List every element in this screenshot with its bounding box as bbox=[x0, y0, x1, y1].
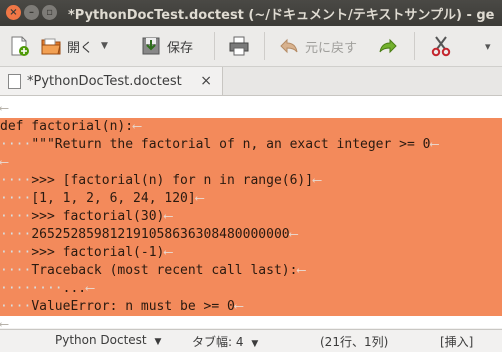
editor-line: ····"""Return the factorial of n, an exa… bbox=[0, 136, 502, 154]
whitespace-marker: ···· bbox=[0, 299, 32, 314]
line-text: """Return the factorial of n, an exact i… bbox=[31, 137, 431, 152]
line-text: 265252859812191058636308480000000 bbox=[31, 227, 290, 242]
language-label: Python Doctest bbox=[55, 333, 147, 347]
scissors-icon bbox=[431, 36, 451, 57]
line-text: >>> [factorial(n) for n in range(6)] bbox=[31, 173, 314, 188]
newline-marker-icon: ⟵ bbox=[164, 209, 173, 224]
newline-marker-icon: ⟵ bbox=[0, 155, 8, 170]
insert-mode[interactable]: [挿入] bbox=[440, 333, 473, 350]
save-button[interactable]: 保存 bbox=[140, 33, 193, 59]
toolbar-separator bbox=[214, 32, 215, 60]
tab-width-dropdown-icon: ▼ bbox=[251, 339, 259, 349]
text-editor[interactable]: ⟵ def factorial(n):⟵ ····"""Return the fac… bbox=[0, 96, 502, 328]
tab-close-icon[interactable]: × bbox=[200, 73, 212, 89]
line-text: def factorial(n): bbox=[0, 119, 134, 134]
newline-marker-icon: ⟵ bbox=[430, 137, 439, 152]
document-icon bbox=[8, 73, 21, 89]
line-text: Traceback (most recent call last): bbox=[31, 263, 298, 278]
whitespace-marker: ···· bbox=[0, 227, 32, 242]
editor-line: ····ValueError: n must be >= 0⟵ bbox=[0, 298, 502, 316]
save-label: 保存 bbox=[167, 40, 194, 56]
line-text: >>> factorial(-1) bbox=[31, 245, 165, 260]
editor-line: ····>>> factorial(30)⟵ bbox=[0, 208, 502, 226]
newline-marker-icon: ⟵ bbox=[0, 317, 8, 328]
window-minimize-button[interactable]: – bbox=[24, 5, 39, 20]
newline-marker-icon: ⟵ bbox=[313, 173, 321, 188]
line-text: ValueError: n must be >= 0 bbox=[31, 299, 235, 314]
whitespace-marker: ···· bbox=[0, 263, 32, 278]
editor-line: def factorial(n):⟵ bbox=[0, 118, 502, 136]
newline-marker-icon: ⟵ bbox=[195, 191, 204, 206]
toolbar-separator bbox=[414, 32, 415, 60]
whitespace-marker: ···· bbox=[0, 137, 32, 152]
overflow-arrow-icon: ▾ bbox=[485, 39, 491, 53]
editor-line: ⟵ bbox=[0, 316, 502, 328]
editor-line: ⟵ bbox=[0, 100, 502, 118]
tab-pythondoctest[interactable]: *PythonDocTest.doctest × bbox=[0, 67, 223, 95]
newline-marker-icon: ⟵ bbox=[297, 263, 306, 278]
window-close-button[interactable]: × bbox=[6, 5, 21, 20]
undo-arrow-icon bbox=[280, 38, 298, 54]
tab-bar: *PythonDocTest.doctest × bbox=[0, 67, 502, 96]
line-text: >>> factorial(30) bbox=[31, 209, 165, 224]
line-text: ... bbox=[62, 281, 87, 296]
newline-marker-icon: ⟵ bbox=[86, 281, 94, 296]
newline-marker-icon: ⟵ bbox=[0, 101, 8, 116]
newline-marker-icon: ⟵ bbox=[164, 245, 173, 260]
language-selector[interactable]: Python Doctest ▼ bbox=[55, 333, 161, 347]
window-maximize-button[interactable]: ▫ bbox=[42, 5, 57, 20]
editor-line: ····[1, 1, 2, 6, 24, 120]⟵ bbox=[0, 190, 502, 208]
redo-button[interactable] bbox=[377, 33, 404, 59]
title-bar: × – ▫ *PythonDocTest.doctest (~/ドキュメント/テ… bbox=[0, 0, 502, 26]
whitespace-marker: ···· bbox=[0, 173, 32, 188]
whitespace-marker: ···· bbox=[0, 209, 32, 224]
print-button[interactable] bbox=[228, 33, 255, 59]
window-title: *PythonDocTest.doctest (~/ドキュメント/テキストサンプ… bbox=[68, 8, 495, 23]
printer-icon bbox=[229, 36, 249, 56]
toolbar: 開く ▼ 保存 元に戻す ▾ bbox=[0, 26, 502, 67]
undo-label: 元に戻す bbox=[305, 40, 358, 56]
whitespace-marker: ···· bbox=[0, 191, 32, 206]
cut-button[interactable] bbox=[430, 33, 457, 59]
redo-arrow-icon bbox=[379, 38, 397, 54]
open-button[interactable]: 開く ▼ bbox=[40, 33, 108, 59]
cursor-position: (21行、1列) bbox=[320, 335, 389, 349]
tab-width-selector[interactable]: タブ幅: 4 ▼ bbox=[192, 333, 258, 350]
open-dropdown-arrow-icon[interactable]: ▼ bbox=[101, 41, 108, 51]
tab-title: *PythonDocTest.doctest bbox=[27, 73, 182, 89]
language-dropdown-icon: ▼ bbox=[154, 337, 162, 347]
new-document-button[interactable] bbox=[8, 33, 35, 59]
editor-line: ········...⟵ bbox=[0, 280, 502, 298]
newline-marker-icon: ⟵ bbox=[133, 119, 141, 134]
save-icon bbox=[142, 37, 160, 55]
whitespace-marker: ········ bbox=[0, 281, 63, 296]
new-document-icon bbox=[11, 36, 29, 56]
editor-line: ····>>> [factorial(n) for n in range(6)]… bbox=[0, 172, 502, 190]
toolbar-separator bbox=[264, 32, 265, 60]
undo-button[interactable]: 元に戻す bbox=[278, 33, 357, 59]
line-text: [1, 1, 2, 6, 24, 120] bbox=[31, 191, 196, 206]
editor-line: ····Traceback (most recent call last):⟵ bbox=[0, 262, 502, 280]
open-folder-icon bbox=[41, 38, 61, 55]
open-label: 開く bbox=[67, 40, 94, 56]
newline-marker-icon: ⟵ bbox=[234, 299, 243, 314]
whitespace-marker: ···· bbox=[0, 245, 32, 260]
editor-line: ····>>> factorial(-1)⟵ bbox=[0, 244, 502, 262]
editor-line: ⟵ bbox=[0, 154, 502, 172]
editor-line: ····265252859812191058636308480000000⟵ bbox=[0, 226, 502, 244]
tab-width-label: タブ幅: 4 bbox=[192, 335, 244, 349]
toolbar-overflow-button[interactable]: ▾ bbox=[485, 33, 491, 59]
status-bar: Python Doctest ▼ タブ幅: 4 ▼ (21行、1列) [挿入] bbox=[0, 329, 502, 352]
newline-marker-icon: ⟵ bbox=[289, 227, 298, 242]
